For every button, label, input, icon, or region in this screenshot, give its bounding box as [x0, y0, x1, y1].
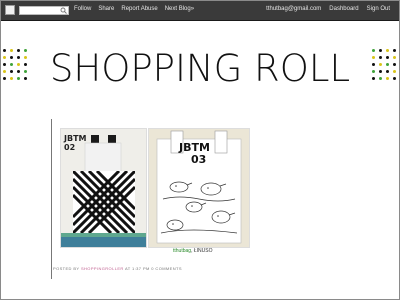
decorative-dot — [393, 49, 396, 52]
post-caption: tthutbag, ŁINUSO — [173, 248, 212, 254]
post-footer: POSTED BY SHOPPINGROLLER AT 1:37 PM 0 CO… — [53, 266, 182, 271]
bag-with-birds-photo[interactable]: JBTM 03 — [148, 128, 250, 248]
decorative-dot — [379, 49, 382, 52]
comments-link[interactable]: 0 COMMENTS — [151, 266, 182, 271]
footer-at: AT — [124, 266, 131, 271]
decorative-dot — [379, 63, 382, 66]
decorative-dot — [372, 56, 375, 59]
decorative-dot — [386, 56, 389, 59]
decorative-dot — [386, 49, 389, 52]
decorative-dot — [393, 77, 396, 80]
decorative-dot — [372, 63, 375, 66]
share-link[interactable]: Share — [98, 6, 114, 12]
caption-link[interactable]: tthutbag — [173, 248, 191, 254]
decorative-dot — [379, 56, 382, 59]
search-icon[interactable] — [59, 6, 68, 15]
post-author-link[interactable]: SHOPPINGROLLER — [81, 266, 124, 271]
caption-text: , ŁINUSO — [191, 248, 213, 254]
navbar-right-links: tthutbag@gmail.com Dashboard Sign Out — [266, 6, 390, 12]
decorative-dot — [379, 70, 382, 73]
decorative-dot — [379, 77, 382, 80]
dashboard-link[interactable]: Dashboard — [329, 6, 358, 12]
sign-out-link[interactable]: Sign Out — [367, 6, 390, 12]
page-frame: Follow Share Report Abuse Next Blog» tth… — [0, 0, 400, 300]
report-abuse-link[interactable]: Report Abuse — [121, 6, 157, 12]
decorative-dot — [386, 70, 389, 73]
decorative-dot — [372, 49, 375, 52]
decorative-dot — [393, 70, 396, 73]
svg-text:JBTM: JBTM — [63, 134, 87, 143]
follow-link[interactable]: Follow — [74, 6, 91, 12]
blog-title[interactable]: SHOPPING ROLL — [1, 47, 399, 91]
svg-text:03: 03 — [191, 153, 206, 166]
decorative-dot — [372, 77, 375, 80]
svg-text:02: 02 — [64, 143, 75, 152]
user-email[interactable]: tthutbag@gmail.com — [266, 6, 321, 12]
decorative-dot — [386, 63, 389, 66]
blogger-navbar: Follow Share Report Abuse Next Blog» tth… — [1, 1, 399, 21]
dot-pattern-right — [372, 49, 397, 81]
decorative-dot — [393, 63, 396, 66]
post-time-link[interactable]: 1:37 PM — [132, 266, 150, 271]
decorative-dot — [393, 56, 396, 59]
decorative-dot — [386, 77, 389, 80]
footer-prefix: POSTED BY — [53, 266, 80, 271]
next-blog-link[interactable]: Next Blog» — [165, 6, 194, 12]
column-divider — [51, 119, 52, 279]
decorative-dot — [372, 70, 375, 73]
bag-with-stripes-photo[interactable]: JBTM 02 — [60, 128, 147, 248]
blog-header: SHOPPING ROLL — [1, 41, 399, 101]
navbar-left-links: Follow Share Report Abuse Next Blog» — [74, 6, 194, 12]
blogger-logo-icon[interactable] — [5, 5, 15, 15]
